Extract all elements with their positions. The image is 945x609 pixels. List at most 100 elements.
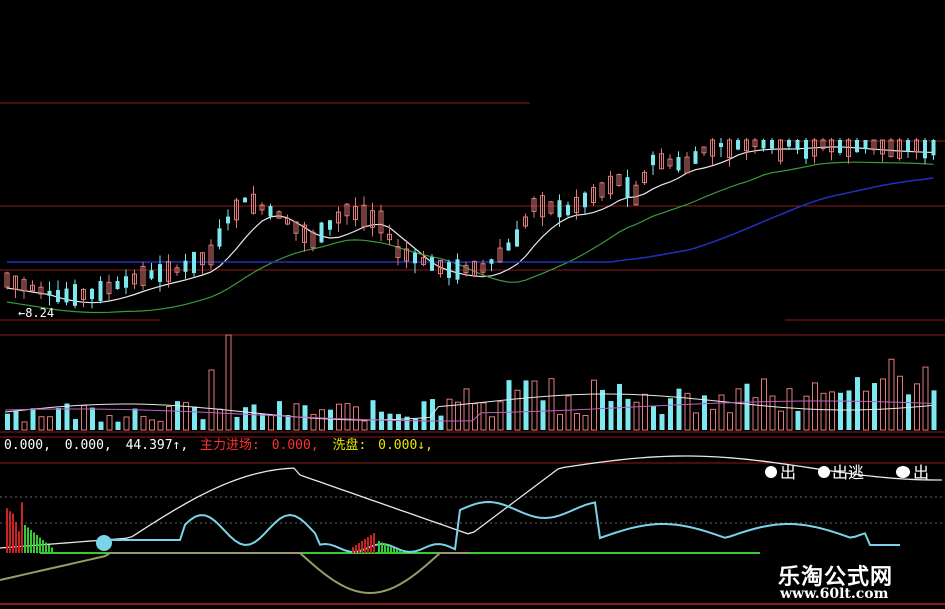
candle-body-down xyxy=(719,142,723,148)
volume-bar-up xyxy=(863,390,869,431)
indicator-values-row: 0.000, 0.000, 44.397↑, 主力进场: 0.000, 洗盘: … xyxy=(4,437,433,453)
candle-body-down xyxy=(838,140,842,153)
volume-bar-up xyxy=(888,358,895,431)
candle-body-down xyxy=(73,284,77,306)
indicator-red-bar xyxy=(15,521,17,553)
indicator-red-bar xyxy=(358,543,360,553)
volume-bar-up xyxy=(38,416,45,431)
candle-body-down xyxy=(64,288,69,303)
volume-bar-up xyxy=(268,414,274,431)
volume-bar-down xyxy=(421,401,427,430)
indicator-red-bar xyxy=(6,508,8,553)
candle-body-down xyxy=(906,140,910,151)
indicator-white-line xyxy=(0,455,943,549)
volume-bar-down xyxy=(73,419,78,430)
volume-bar-up xyxy=(582,414,589,431)
candle-body-down xyxy=(455,259,460,280)
indicator-green-bar xyxy=(51,547,53,553)
volume-bar-down xyxy=(387,413,393,430)
volume-bar-down xyxy=(132,408,138,430)
candlesticks xyxy=(4,138,936,309)
volume-bar-down xyxy=(506,380,512,430)
indicator-green-bar xyxy=(48,545,50,553)
candle-body-down xyxy=(795,140,800,150)
volume-bar-down xyxy=(379,411,384,430)
indicator-green-bar xyxy=(384,543,386,553)
candle-body-down xyxy=(515,229,519,247)
volume-bar-down xyxy=(56,408,61,430)
volume-bar-down xyxy=(64,403,70,430)
candle-body-down xyxy=(183,260,188,272)
volume-bar-down xyxy=(659,414,665,430)
stock-chart: ←8.24 0.000, 0.000, 44.397↑, 主力进场: 0.000… xyxy=(0,102,945,605)
volume-bar-up xyxy=(353,406,359,431)
candle-body-down xyxy=(90,288,94,300)
volume-bar-down xyxy=(906,394,911,430)
indicator-green-bar xyxy=(36,535,38,553)
volume-bar-down xyxy=(234,416,240,430)
candle-body-down xyxy=(787,140,791,147)
volume-bar-up xyxy=(880,378,886,431)
candle-body-down xyxy=(268,206,273,217)
volume-bar-up xyxy=(361,420,368,431)
volume-bar-up xyxy=(642,393,648,431)
volume-bar-down xyxy=(438,415,444,430)
volume-bar-up xyxy=(446,398,453,431)
indicator-red-bar xyxy=(18,531,20,553)
candle-body-down xyxy=(149,270,154,279)
candle-body-down xyxy=(693,151,698,164)
volume-bar-up xyxy=(574,413,580,431)
volume-bar-up xyxy=(761,378,767,431)
volume-bar-up xyxy=(455,401,461,431)
indicator-green-bar xyxy=(27,527,29,553)
indicator-green-bar xyxy=(399,550,401,553)
indicator-red-bar xyxy=(373,533,375,553)
volume-bar-up xyxy=(463,388,470,431)
candle-body-down xyxy=(770,140,774,149)
volume-bar-down xyxy=(668,398,673,430)
volume-bar-down xyxy=(625,398,631,430)
volume-bar-down xyxy=(600,389,605,430)
signal-chu-2: 出 xyxy=(913,463,929,482)
ma5-line xyxy=(6,146,934,304)
candle-body-down xyxy=(115,280,120,290)
candle-body-down xyxy=(319,222,324,243)
moving-averages xyxy=(6,146,934,314)
signal-dot-3 xyxy=(896,466,910,478)
candle-body-down xyxy=(923,140,927,159)
volume-bar-up xyxy=(591,379,597,431)
volume-bar-down xyxy=(838,392,843,430)
candle-body-down xyxy=(736,140,740,150)
wash-label: 洗盘: xyxy=(333,437,367,453)
candle-body-down xyxy=(489,259,494,264)
volume-bar-up xyxy=(489,416,495,431)
main-entry-label: 主力进场: xyxy=(200,438,260,453)
volume-bar-up xyxy=(149,419,155,431)
indicator-green-bar xyxy=(378,541,380,553)
volume-bar-down xyxy=(651,405,656,430)
volume-bar-down xyxy=(540,400,546,430)
candle-body-down xyxy=(430,257,434,271)
volume-bar-up xyxy=(812,382,818,431)
signal-dot-2 xyxy=(818,466,830,478)
indicator-red-bar xyxy=(9,511,11,553)
volume-bar-down xyxy=(795,410,801,430)
volume-bar-down xyxy=(30,408,36,430)
candle-body-down xyxy=(804,140,808,159)
candle-body-down xyxy=(447,262,451,278)
indicator-green-bar xyxy=(381,542,383,553)
candle-body-down xyxy=(124,276,128,288)
indicator-value-3: 44.397↑, xyxy=(126,438,189,453)
indicator-green-bar xyxy=(42,540,44,553)
volume-bar-up xyxy=(225,334,232,431)
indicator-red-bar xyxy=(355,545,357,553)
volume-bar-down xyxy=(676,388,682,430)
candle-body-down xyxy=(243,197,247,203)
volume-bar-down xyxy=(872,383,877,430)
volume-bar-up xyxy=(786,388,793,431)
volume-bar-up xyxy=(157,420,164,431)
volume-bar-up xyxy=(319,409,325,431)
indicator-green-bar xyxy=(33,532,35,553)
volume-bar-up xyxy=(752,397,759,431)
volume-bar-up xyxy=(166,405,172,431)
